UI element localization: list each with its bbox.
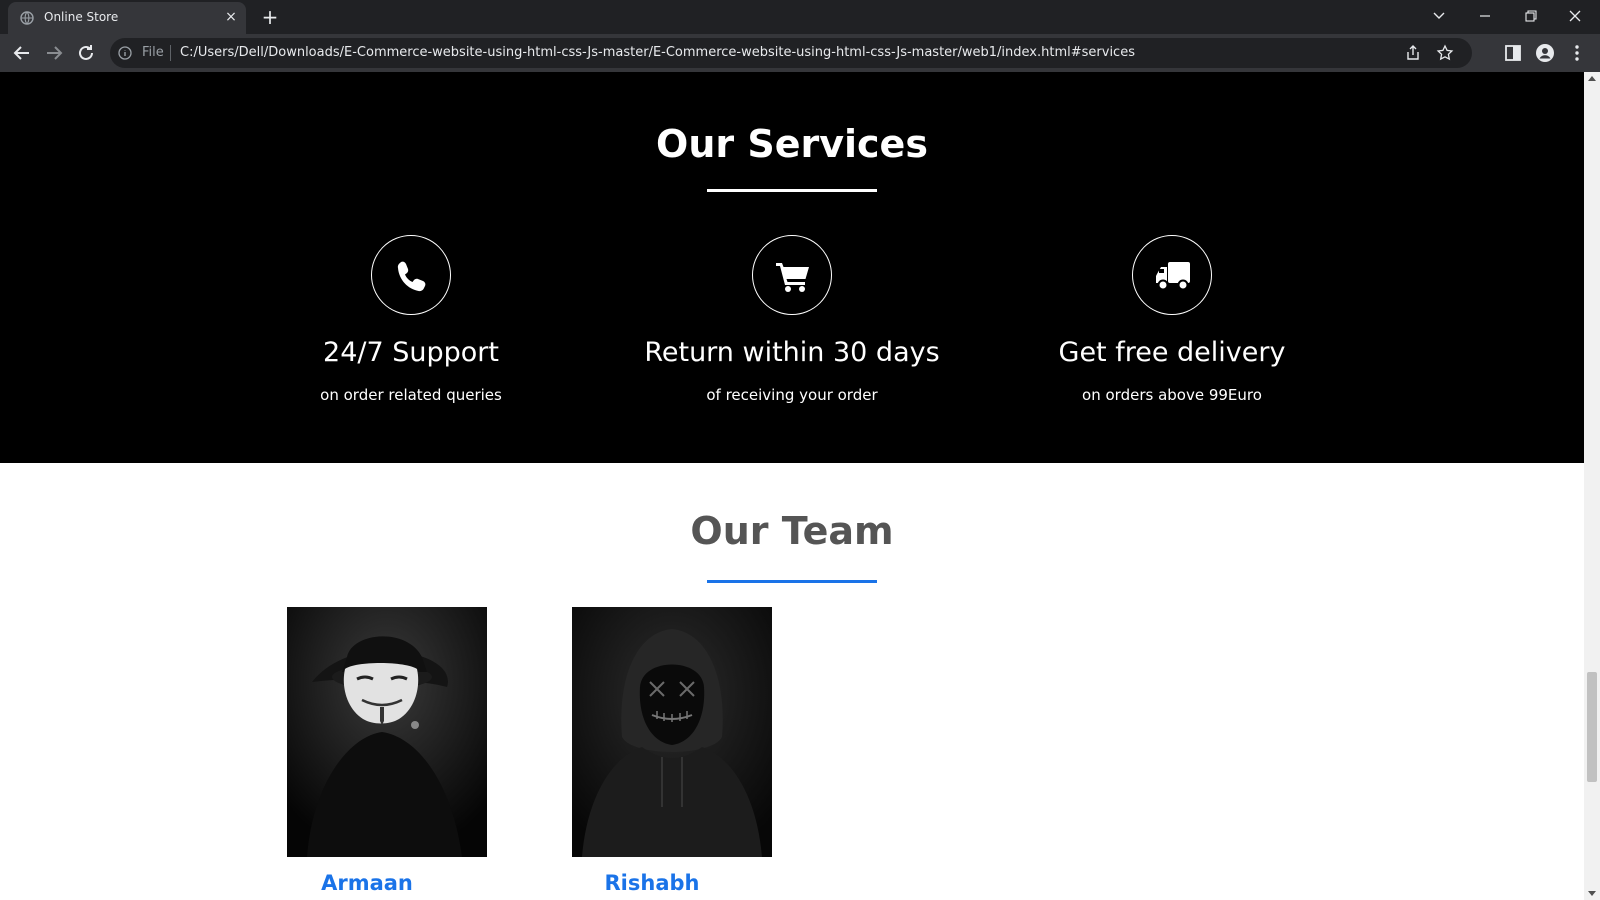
- reload-icon[interactable]: [74, 41, 98, 65]
- service-card-support: 24/7 Support on order related queries: [261, 235, 561, 404]
- browser-tab[interactable]: Online Store ×: [8, 2, 246, 34]
- page-scrollbar[interactable]: [1584, 72, 1600, 900]
- profile-avatar-icon[interactable]: [1535, 43, 1555, 63]
- service-icon-circle: [752, 235, 832, 315]
- services-section: Our Services 24/7 Support on order relat…: [0, 72, 1584, 463]
- services-heading: Our Services: [656, 122, 928, 166]
- tab-title: Online Store: [44, 10, 119, 24]
- back-arrow-icon[interactable]: [10, 41, 34, 65]
- bookmark-star-icon[interactable]: [1436, 44, 1454, 62]
- page-viewport: Our Services 24/7 Support on order relat…: [0, 72, 1584, 900]
- service-subtitle: of receiving your order: [706, 386, 878, 404]
- url-text[interactable]: C:/Users/Dell/Downloads/E-Commerce-websi…: [180, 45, 1135, 60]
- scroll-down-arrow-icon[interactable]: [1588, 891, 1596, 896]
- member-photo: [287, 607, 487, 857]
- member-photo: [572, 607, 772, 857]
- service-title: 24/7 Support: [323, 337, 499, 368]
- minimize-icon[interactable]: [1470, 4, 1500, 28]
- close-window-icon[interactable]: [1560, 4, 1590, 28]
- service-icon-circle: [1132, 235, 1212, 315]
- service-subtitle: on orders above 99Euro: [1082, 386, 1262, 404]
- browser-toolbar: File C:/Users/Dell/Downloads/E-Commerce-…: [0, 34, 1600, 72]
- team-member-card: Rishabh: [572, 607, 772, 895]
- share-icon[interactable]: [1404, 44, 1422, 62]
- tab-close-button[interactable]: ×: [222, 8, 240, 26]
- phone-icon: [397, 261, 426, 292]
- address-bar[interactable]: File C:/Users/Dell/Downloads/E-Commerce-…: [110, 38, 1472, 68]
- side-panel-icon[interactable]: [1503, 43, 1523, 63]
- restore-icon[interactable]: [1515, 4, 1545, 28]
- new-tab-button[interactable]: +: [258, 5, 282, 29]
- scrollbar-thumb[interactable]: [1587, 672, 1597, 782]
- team-member-card: Armaan: [287, 607, 487, 895]
- cart-icon: [776, 263, 809, 292]
- menu-kebab-icon[interactable]: [1567, 43, 1587, 63]
- service-card-delivery: Get free delivery on orders above 99Euro: [1022, 235, 1322, 404]
- masked-person-image: [287, 607, 487, 857]
- hooded-person-image: [572, 607, 772, 857]
- scroll-up-arrow-icon[interactable]: [1588, 76, 1596, 81]
- member-name[interactable]: Rishabh: [572, 871, 732, 895]
- tab-bar: Online Store × +: [0, 0, 1600, 34]
- service-title: Return within 30 days: [644, 337, 940, 368]
- truck-icon: [1156, 262, 1190, 291]
- team-heading-underline: [707, 580, 877, 583]
- service-icon-circle: [371, 235, 451, 315]
- forward-arrow-icon[interactable]: [42, 41, 66, 65]
- member-name[interactable]: Armaan: [287, 871, 447, 895]
- team-heading: Our Team: [690, 509, 894, 553]
- service-title: Get free delivery: [1058, 337, 1286, 368]
- info-icon[interactable]: [118, 46, 132, 60]
- file-label: File: [142, 45, 164, 60]
- omnibox-divider: [170, 45, 171, 61]
- service-subtitle: on order related queries: [320, 386, 502, 404]
- tab-search-icon[interactable]: [1424, 4, 1454, 28]
- service-card-returns: Return within 30 days of receiving your …: [642, 235, 942, 404]
- services-heading-underline: [707, 189, 877, 192]
- globe-icon: [20, 11, 34, 25]
